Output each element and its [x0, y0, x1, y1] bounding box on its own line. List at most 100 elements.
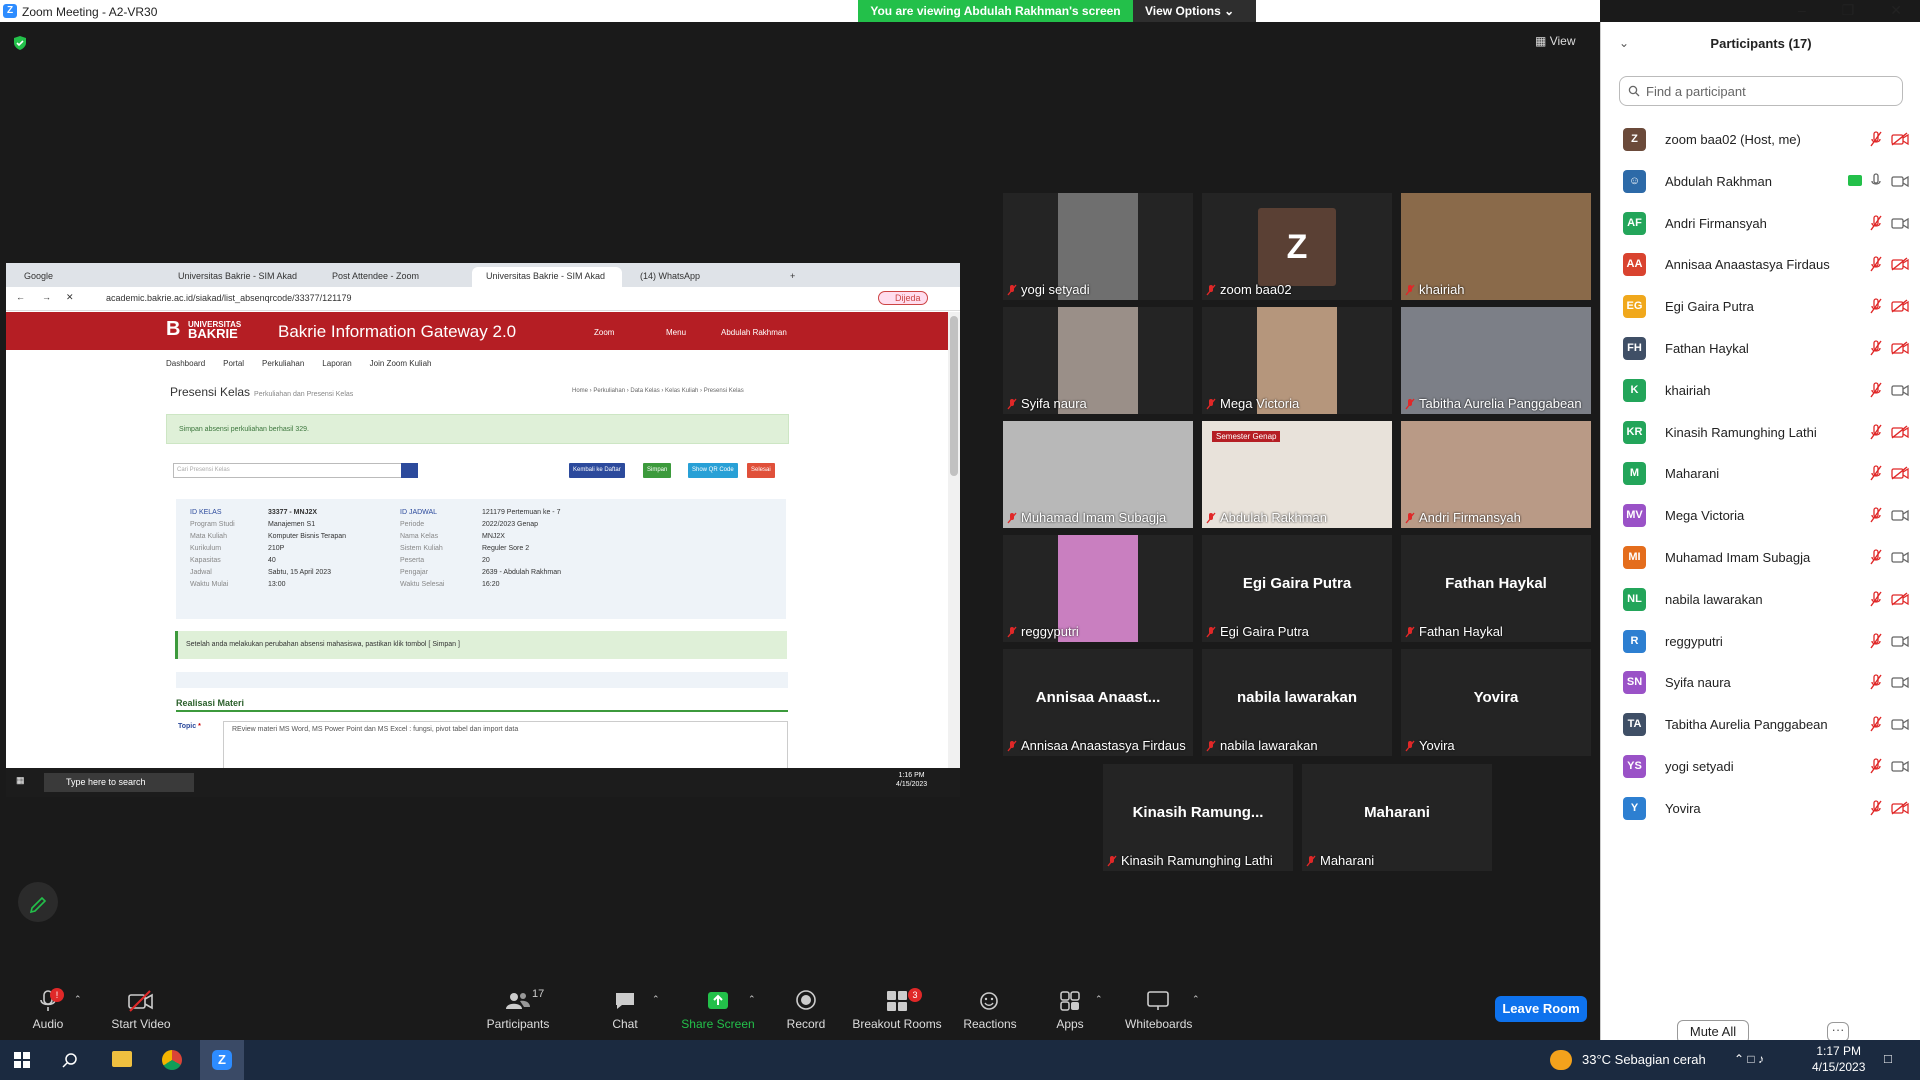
participant-row[interactable]: SN Syifa naura: [1619, 662, 1915, 700]
participant-row[interactable]: AF Andri Firmansyah: [1619, 203, 1915, 241]
camera-off-icon[interactable]: [1891, 801, 1909, 815]
camera-icon[interactable]: [1891, 634, 1909, 648]
chrome-icon[interactable]: [162, 1050, 182, 1070]
mic-muted-icon[interactable]: [1869, 800, 1883, 816]
mic-muted-icon[interactable]: [1869, 549, 1883, 565]
camera-off-icon[interactable]: [1891, 257, 1909, 271]
submenu-item[interactable]: Laporan: [322, 359, 351, 368]
participant-row[interactable]: ☺ Abdulah Rakhman: [1619, 161, 1915, 199]
search-button[interactable]: [401, 463, 418, 478]
mic-muted-icon[interactable]: [1869, 716, 1883, 732]
video-tile[interactable]: Maharani Maharani: [1302, 764, 1492, 871]
restore-button[interactable]: ❐: [1842, 0, 1855, 22]
reactions-button[interactable]: Reactions: [960, 988, 1020, 1031]
new-tab-icon[interactable]: +: [786, 267, 806, 287]
camera-icon[interactable]: [1891, 717, 1909, 731]
forward-icon[interactable]: →: [42, 292, 51, 302]
video-tile[interactable]: Zzoom baa02: [1202, 193, 1392, 300]
chevron-up-icon[interactable]: ⌃: [1192, 994, 1200, 1005]
find-participant-input[interactable]: Find a participant: [1619, 76, 1903, 106]
stop-icon[interactable]: ✕: [66, 292, 74, 303]
video-tile[interactable]: Kinasih Ramung... Kinasih Ramunghing Lath…: [1103, 764, 1293, 871]
video-tile[interactable]: yogi setyadi: [1003, 193, 1193, 300]
video-tile[interactable]: Egi Gaira Putra Egi Gaira Putra: [1202, 535, 1392, 642]
camera-off-icon[interactable]: [1891, 592, 1909, 606]
camera-icon[interactable]: [1891, 759, 1909, 773]
participant-row[interactable]: KR Kinasih Ramunghing Lathi: [1619, 412, 1915, 450]
microphone-icon[interactable]: [1869, 173, 1883, 189]
submenu-item[interactable]: Perkuliahan: [262, 359, 304, 368]
mic-muted-icon[interactable]: [1869, 674, 1883, 690]
mic-muted-icon[interactable]: [1869, 214, 1883, 231]
browser-tab[interactable]: Post Attendee - Zoom: [318, 267, 468, 287]
nav-menu[interactable]: Menu: [666, 328, 686, 337]
browser-tab-active[interactable]: Universitas Bakrie - SIM Akad: [472, 267, 622, 287]
mic-muted-icon[interactable]: [1869, 131, 1883, 147]
back-to-list-button[interactable]: Kembali ke Daftar: [569, 463, 625, 478]
participant-row[interactable]: MV Mega Victoria: [1619, 495, 1915, 533]
participant-row[interactable]: TA Tabitha Aurelia Panggabean: [1619, 704, 1915, 742]
participant-row[interactable]: MI Muhamad Imam Subagja: [1619, 537, 1915, 575]
nav-zoom[interactable]: Zoom: [594, 328, 614, 337]
video-tile[interactable]: nabila lawarakan nabila lawarakan: [1202, 649, 1392, 756]
profile-button[interactable]: Dijeda: [878, 291, 928, 305]
chevron-up-icon[interactable]: ⌃: [652, 994, 660, 1005]
participant-row[interactable]: Kkhairiah: [1619, 370, 1915, 408]
participant-row[interactable]: M Maharani: [1619, 453, 1915, 491]
participant-row[interactable]: AA Annisaa Anaastasya Firdaus: [1619, 244, 1915, 282]
camera-off-icon[interactable]: [1891, 425, 1909, 439]
browser-tab[interactable]: Google: [10, 267, 160, 287]
url-field[interactable]: academic.bakrie.ac.id/siakad/list_absenq…: [106, 293, 352, 303]
camera-off-icon[interactable]: [1891, 466, 1909, 480]
audio-button[interactable]: Audio !: [20, 988, 76, 1031]
participant-row[interactable]: Y Yovira: [1619, 788, 1915, 826]
mic-muted-icon[interactable]: [1869, 591, 1883, 607]
share-screen-button[interactable]: Share Screen: [680, 988, 756, 1031]
camera-icon[interactable]: [1891, 174, 1909, 188]
video-tile[interactable]: reggyputri: [1003, 535, 1193, 642]
presensi-search-input[interactable]: Cari Presensi Kelas: [173, 463, 416, 478]
record-button[interactable]: Record: [783, 988, 829, 1031]
video-tile[interactable]: Annisaa Anaast... Annisaa Anaastasya Fird…: [1003, 649, 1193, 756]
submenu-item[interactable]: Portal: [223, 359, 244, 368]
mic-muted-icon[interactable]: [1869, 382, 1883, 398]
mic-muted-icon[interactable]: [1869, 758, 1883, 774]
notifications-icon[interactable]: □: [1884, 1051, 1892, 1066]
camera-off-icon[interactable]: [1891, 132, 1909, 146]
participant-row[interactable]: NL nabila lawarakan: [1619, 579, 1915, 617]
leave-room-button[interactable]: Leave Room: [1495, 996, 1587, 1022]
camera-icon[interactable]: [1891, 508, 1909, 522]
mic-muted-icon[interactable]: [1869, 465, 1883, 481]
video-tile[interactable]: khairiah: [1401, 193, 1591, 300]
annotate-button[interactable]: [18, 882, 58, 922]
video-tile[interactable]: Semester Genap Abdulah Rakhman: [1202, 421, 1392, 528]
camera-off-icon[interactable]: [1891, 299, 1909, 313]
mic-muted-icon[interactable]: [1869, 298, 1883, 314]
windows-start-icon[interactable]: [14, 1052, 30, 1068]
chat-button[interactable]: Chat: [605, 988, 645, 1031]
camera-icon[interactable]: [1891, 383, 1909, 397]
camera-icon[interactable]: [1891, 675, 1909, 689]
back-icon[interactable]: ←: [16, 292, 25, 302]
camera-icon[interactable]: [1891, 216, 1909, 230]
start-video-button[interactable]: Start Video: [105, 988, 177, 1031]
save-button[interactable]: Simpan: [643, 463, 672, 478]
show-qr-button[interactable]: Show QR Code: [688, 463, 738, 478]
browser-tab[interactable]: Universitas Bakrie - SIM Akad: [164, 267, 314, 287]
nav-user[interactable]: Abdulah Rakhman: [721, 328, 787, 337]
page-scrollbar[interactable]: [948, 312, 960, 778]
video-tile[interactable]: Syifa naura: [1003, 307, 1193, 414]
camera-off-icon[interactable]: [1891, 341, 1909, 355]
finish-button[interactable]: Selesai: [747, 463, 775, 478]
mic-muted-icon[interactable]: [1869, 256, 1883, 272]
participant-row[interactable]: EG Egi Gaira Putra: [1619, 286, 1915, 324]
view-options-button[interactable]: View Options ⌄: [1133, 0, 1256, 22]
mic-muted-icon[interactable]: [1869, 423, 1883, 440]
zoom-taskbar-button[interactable]: Z: [200, 1040, 244, 1080]
video-tile[interactable]: Andri Firmansyah: [1401, 421, 1591, 528]
topic-textarea[interactable]: REview materi MS Word, MS Power Point da…: [223, 721, 788, 771]
video-tile[interactable]: Yovira Yovira: [1401, 649, 1591, 756]
submenu-item[interactable]: Dashboard: [166, 359, 205, 368]
participant-row[interactable]: YS yogi setyadi: [1619, 746, 1915, 784]
mic-muted-icon[interactable]: [1869, 507, 1883, 523]
